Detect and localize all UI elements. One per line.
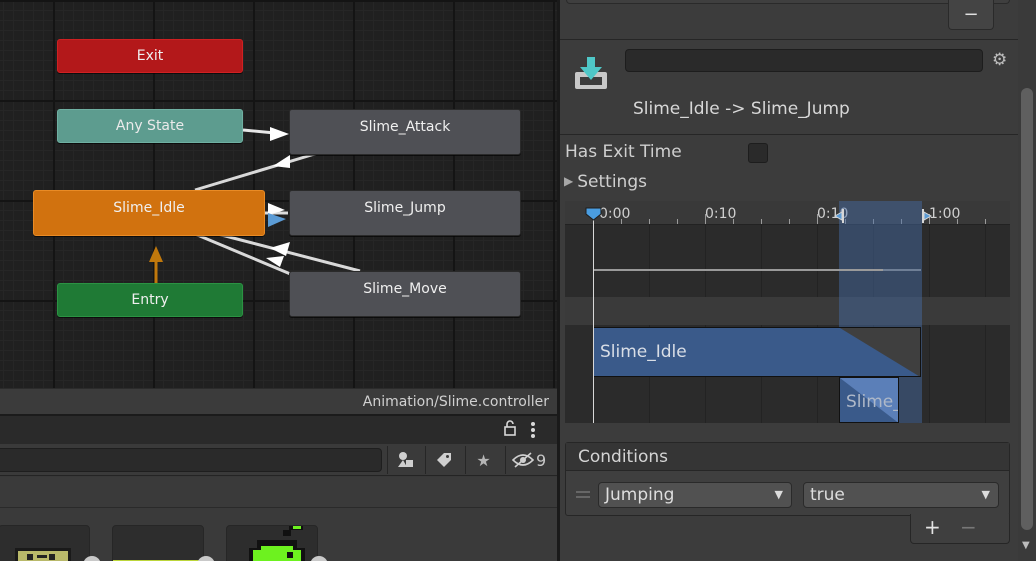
condition-parameter-dropdown[interactable]: Jumping ▼ <box>598 482 792 508</box>
timeline-separator <box>565 297 1010 325</box>
star-icon: ★ <box>476 450 491 470</box>
condition-value: true <box>810 485 845 505</box>
scroll-down-arrow-icon[interactable]: ▼ <box>1022 540 1030 551</box>
transition-title: Slime_Idle -> Slime_Jump <box>633 99 850 119</box>
state-slime-attack[interactable]: Slime_Attack <box>289 109 521 155</box>
transition-idle-to-attack <box>194 151 319 192</box>
destination-clip-bar[interactable]: Slime_ <box>839 377 899 423</box>
transition-arrow-icon <box>270 127 289 141</box>
transition-arrow-icon <box>270 242 290 256</box>
filter-by-label-button[interactable] <box>425 446 461 474</box>
chevron-down-icon: ▼ <box>981 488 990 501</box>
hidden-count: 9 <box>536 450 547 470</box>
transition-icon <box>575 57 607 89</box>
chevron-down-icon: ▼ <box>774 488 783 501</box>
state-machine-graph[interactable]: Exit Any State Slime_Attack Slime_Idle S… <box>0 0 557 388</box>
state-entry[interactable]: Entry <box>57 283 243 317</box>
foldout-arrow-icon: ▶ <box>564 174 574 188</box>
divider <box>560 134 1036 135</box>
transition-start-marker-icon[interactable] <box>833 209 845 223</box>
remove-condition-button[interactable]: − <box>960 515 977 539</box>
tick-label: 0:00 <box>599 206 631 222</box>
destination-clip-label: Slime_ <box>846 392 899 412</box>
project-tab-bar <box>0 414 557 444</box>
gear-icon[interactable]: ⚙ <box>992 50 1007 70</box>
conditions-list: Conditions Jumping ▼ true ▼ <box>565 442 1010 516</box>
transition-timeline[interactable]: 0:00 0:10 0:10 1:00 Slime_Idle Slime_ <box>565 201 1010 423</box>
has-exit-time-checkbox[interactable] <box>748 143 768 163</box>
asset-tile[interactable] <box>226 525 318 561</box>
transition-arrow-icon <box>273 155 290 168</box>
remove-transition-button[interactable]: − <box>948 0 994 30</box>
add-condition-button[interactable]: + <box>924 515 941 539</box>
inspector-panel: − ⚙ Slime_Idle -> Slime_Jump Has Exit Ti… <box>560 0 1036 561</box>
toggle-hidden-packages-button[interactable]: 9 <box>505 446 555 474</box>
transition-list-field <box>566 0 1010 4</box>
filter-type-icon <box>397 452 413 467</box>
blend-triangle <box>840 328 920 376</box>
label-icon <box>436 453 451 467</box>
more-icon[interactable] <box>530 421 536 443</box>
settings-foldout[interactable]: ▶ Settings <box>564 172 647 192</box>
has-exit-time-label: Has Exit Time <box>565 142 682 162</box>
settings-label: Settings <box>577 172 647 192</box>
drag-handle-icon[interactable] <box>576 491 590 501</box>
transition-curve <box>883 269 921 271</box>
state-slime-idle[interactable]: Slime_Idle <box>33 190 265 236</box>
tick-label: 0:10 <box>705 206 737 222</box>
source-clip-label: Slime_Idle <box>600 342 687 362</box>
controller-path-bar: Animation/Slime.controller <box>0 388 557 414</box>
sprite-thumbnail-icon <box>113 560 203 561</box>
condition-value-dropdown[interactable]: true ▼ <box>803 482 999 508</box>
divider <box>560 39 1036 40</box>
transition-curve <box>593 269 883 271</box>
selected-transition-arrow-icon <box>268 213 286 227</box>
condition-parameter-value: Jumping <box>605 485 675 505</box>
state-slime-jump[interactable]: Slime_Jump <box>289 190 521 236</box>
sprite-thumbnail-icon <box>15 548 71 561</box>
playhead-handle-icon[interactable] <box>585 207 602 221</box>
scrollbar-thumb[interactable] <box>1021 88 1033 530</box>
transition-name-input[interactable] <box>625 49 983 72</box>
state-slime-move[interactable]: Slime_Move <box>289 271 521 317</box>
favorites-button[interactable]: ★ <box>465 446 501 474</box>
entry-arrow-icon <box>149 246 163 262</box>
animator-window: Exit Any State Slime_Attack Slime_Idle S… <box>0 0 1036 561</box>
filter-by-type-button[interactable] <box>387 446 423 474</box>
asset-tile[interactable] <box>0 525 90 561</box>
transition-end-marker-icon[interactable] <box>921 209 933 223</box>
visibility-off-icon <box>512 452 534 468</box>
state-any-state[interactable]: Any State <box>57 109 243 143</box>
tick-label: 1:00 <box>929 206 961 222</box>
asset-tile[interactable] <box>112 525 204 561</box>
conditions-header: Conditions <box>566 443 1009 471</box>
state-exit[interactable]: Exit <box>57 39 243 73</box>
lock-icon[interactable] <box>503 420 517 440</box>
controller-path: Animation/Slime.controller <box>362 393 549 410</box>
slime-sprite-icon <box>249 526 305 561</box>
inspector-scrollbar[interactable]: ▼ <box>1018 0 1036 561</box>
playhead-line <box>593 215 594 423</box>
timeline-ruler: 0:00 0:10 0:10 1:00 <box>565 201 1010 225</box>
divider <box>0 507 557 508</box>
project-search-input[interactable] <box>0 448 382 472</box>
source-clip-bar[interactable]: Slime_Idle <box>593 327 921 377</box>
